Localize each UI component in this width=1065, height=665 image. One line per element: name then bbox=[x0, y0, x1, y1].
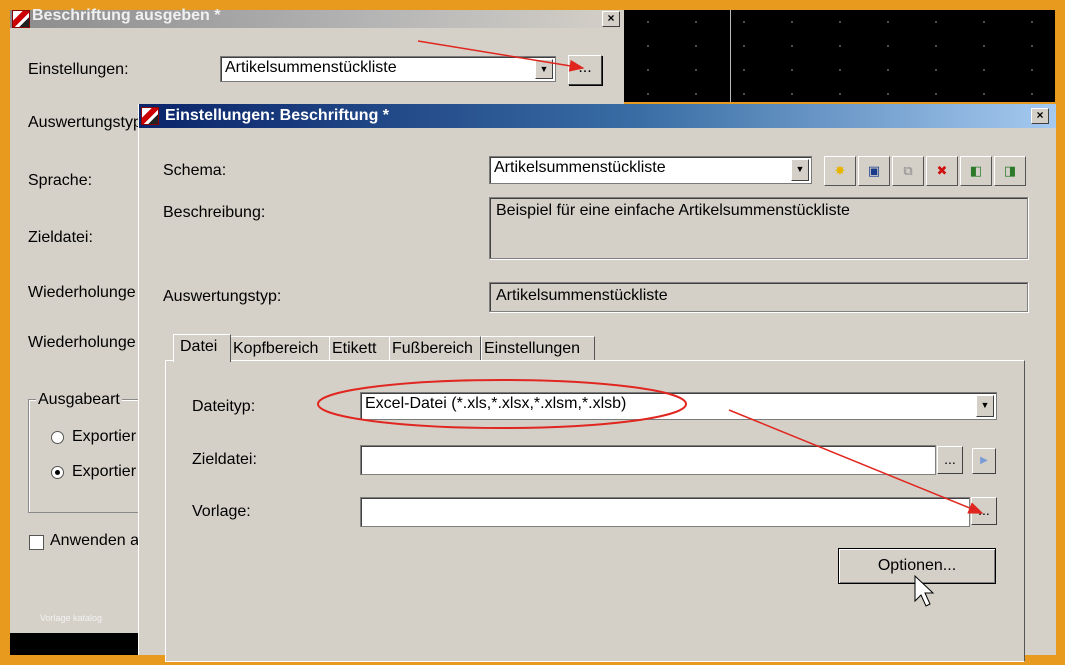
annotation-layer bbox=[317, 40, 984, 607]
annotation-ellipse bbox=[317, 379, 687, 429]
tab-datei[interactable]: Datei bbox=[173, 334, 231, 362]
mouse-cursor-icon bbox=[914, 574, 935, 607]
tab-datei-label: Datei bbox=[180, 338, 218, 355]
annotation-arrow-top bbox=[417, 40, 585, 72]
annotation-arrow-bottom bbox=[728, 409, 984, 514]
